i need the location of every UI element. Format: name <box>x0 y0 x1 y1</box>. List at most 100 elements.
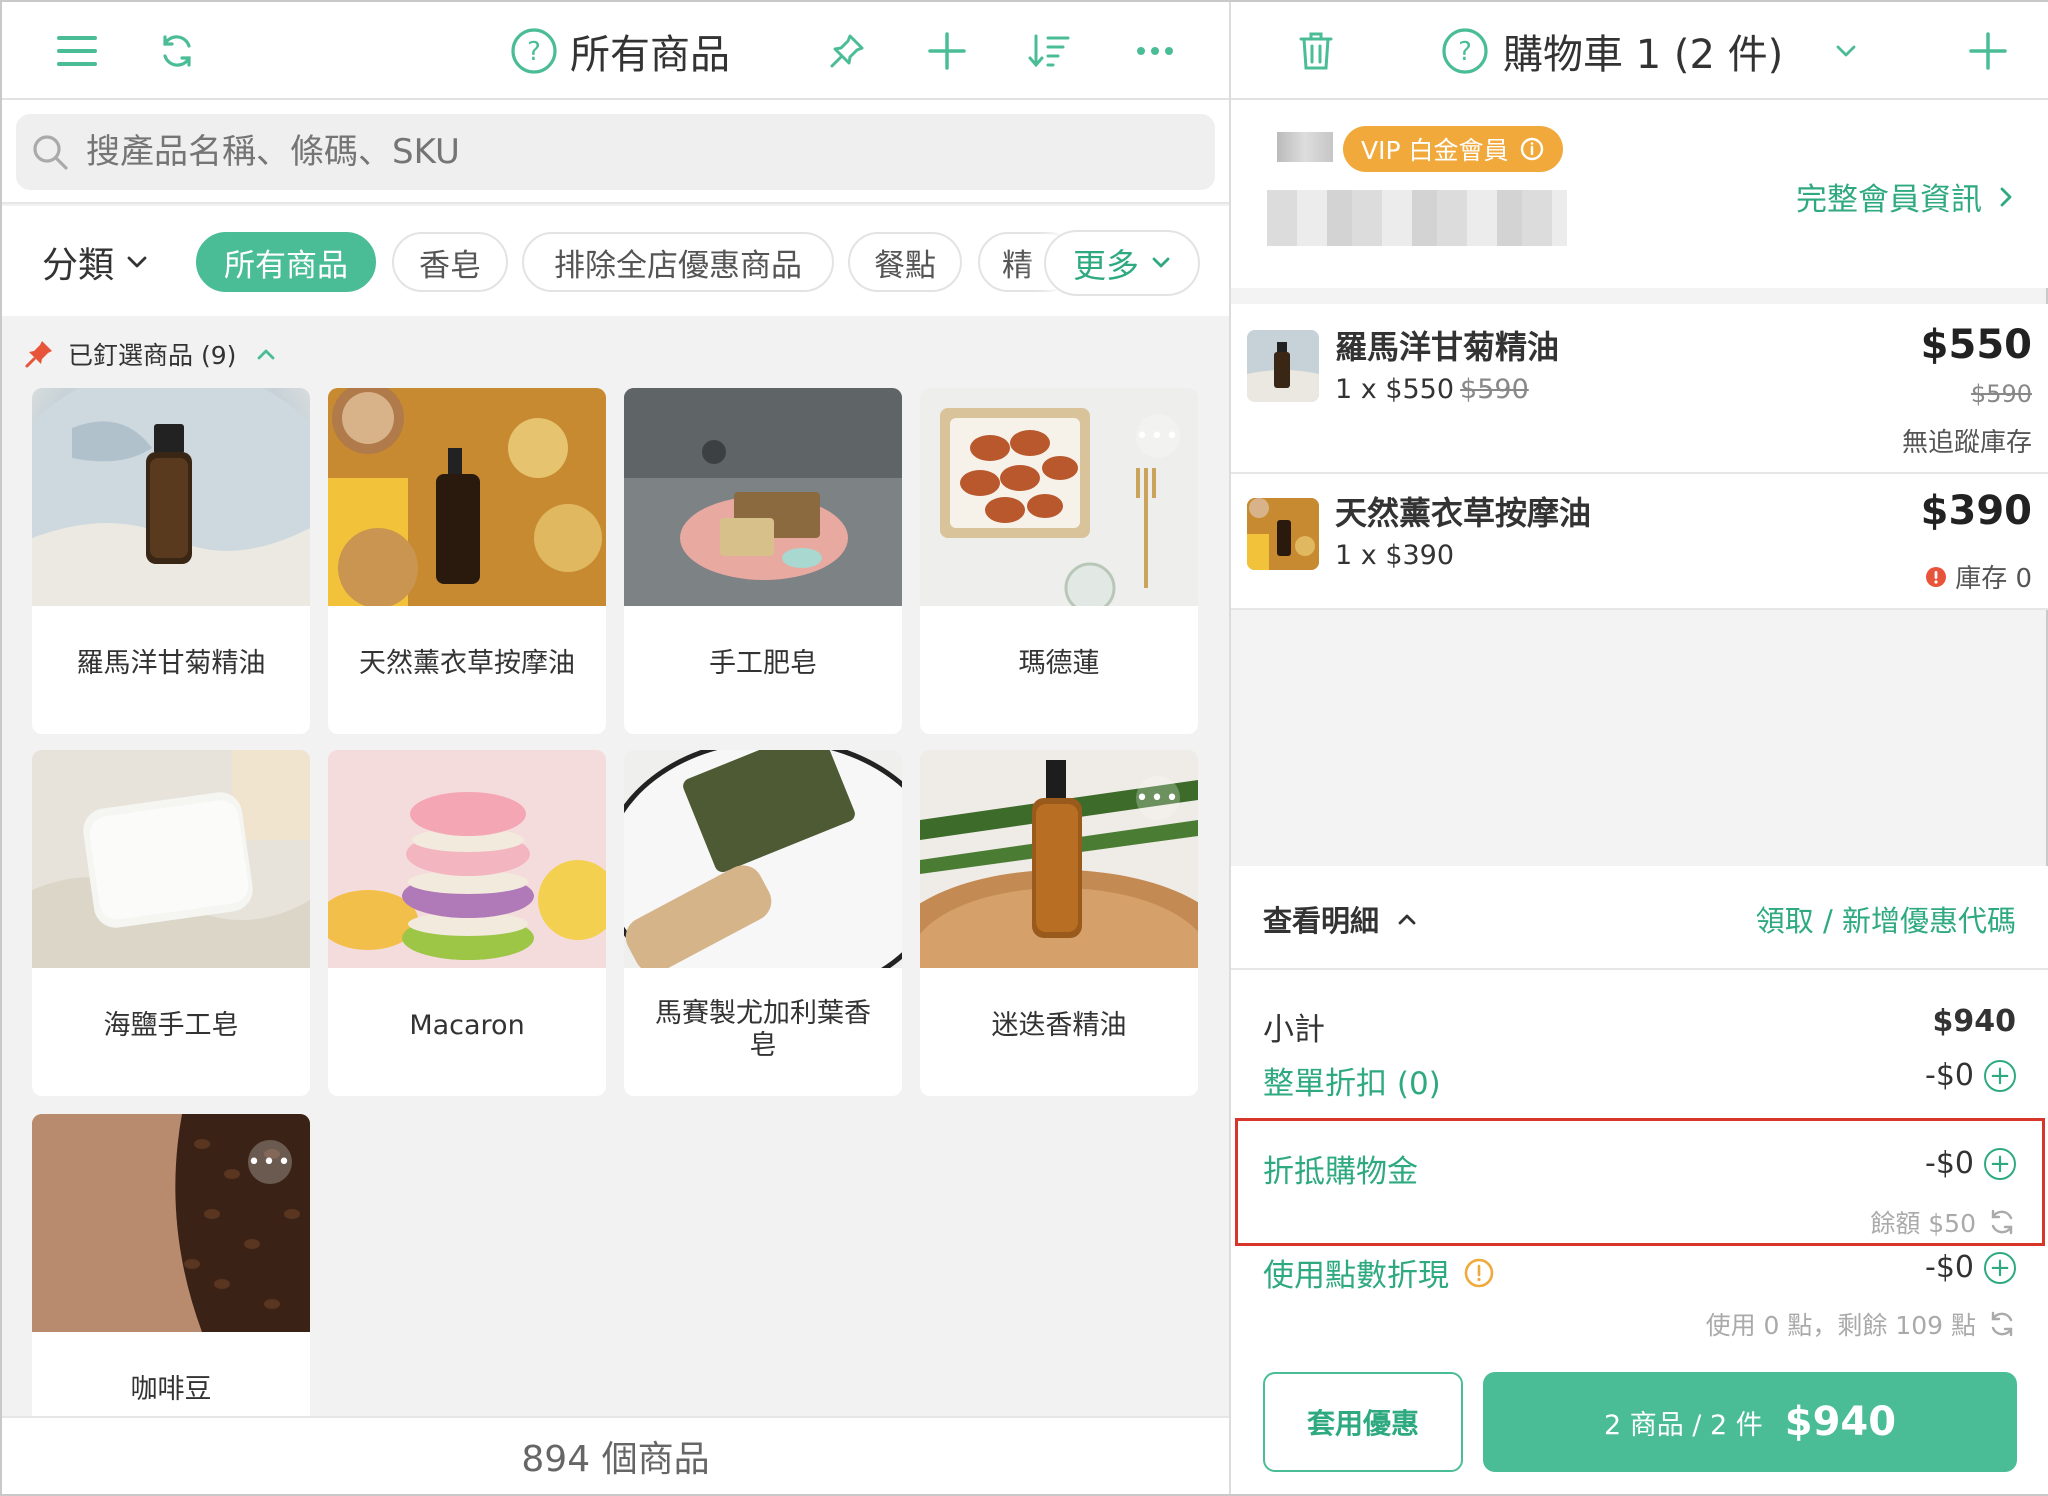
member-phone-redacted <box>1267 190 1567 246</box>
product-card[interactable]: ••• 瑪德蓮 <box>920 388 1198 734</box>
cart-item-qty-price: 1 x $550 $590 <box>1335 374 1529 405</box>
product-panel: ? 所有商品 分類 所有商品 <box>2 2 1229 1494</box>
chip-all-products[interactable]: 所有商品 <box>196 232 376 292</box>
member-link-label: 完整會員資訊 <box>1796 182 1982 218</box>
member-name-redacted <box>1277 132 1333 162</box>
checkout-button[interactable]: 2 商品 / 2 件 $940 <box>1483 1372 2017 1472</box>
product-name: 手工肥皂 <box>709 648 817 679</box>
order-discount-amount: -$0 <box>1925 1058 1974 1093</box>
store-credit-label[interactable]: 折抵購物金 <box>1263 1146 1418 1191</box>
stock-note: 無追蹤庫存 <box>1902 422 2032 459</box>
refresh-icon[interactable] <box>154 28 200 74</box>
checkout-total: $940 <box>1784 1399 1897 1445</box>
view-details-toggle[interactable]: 查看明細 <box>1263 898 1417 940</box>
cart-item-thumb <box>1247 498 1319 570</box>
info-icon <box>1519 136 1545 162</box>
member-info: VIP 白金會員 完整會員資訊 <box>1231 100 2048 288</box>
apply-discount-button[interactable]: 套用優惠 <box>1263 1372 1463 1472</box>
product-image <box>32 388 310 628</box>
stock-note: 庫存 0 <box>1925 558 2032 595</box>
subtotal-value: $940 <box>1932 1004 2017 1039</box>
vip-badge[interactable]: VIP 白金會員 <box>1343 126 1563 172</box>
points-info-text: 使用 0 點，剩餘 109 點 <box>1705 1311 1976 1340</box>
pinned-header[interactable]: 已釘選商品 (9) <box>24 334 276 374</box>
product-name: 馬賽製尤加利葉香皂 <box>655 998 871 1061</box>
cart-item-thumb <box>1247 330 1319 402</box>
trash-icon[interactable] <box>1293 28 1339 74</box>
pinned-label: 已釘選商品 (9) <box>68 341 237 370</box>
chevron-down-icon <box>126 255 148 269</box>
product-card[interactable]: ••• 咖啡豆 <box>32 1114 310 1416</box>
product-image <box>624 750 902 1003</box>
alert-icon[interactable] <box>1463 1257 1495 1289</box>
points-label-text: 使用點數折現 <box>1263 1258 1449 1294</box>
more-dots-icon[interactable]: ••• <box>1136 414 1180 458</box>
full-member-info-link[interactable]: 完整會員資訊 <box>1796 174 2012 219</box>
product-card[interactable]: 羅馬洋甘菊精油 <box>32 388 310 734</box>
chip-exclude-store-discount[interactable]: 排除全店優惠商品 <box>522 232 834 292</box>
product-name: 天然薰衣草按摩油 <box>359 648 575 679</box>
product-name: Macaron <box>409 1010 525 1041</box>
svg-text:?: ? <box>1458 37 1472 67</box>
search-input[interactable] <box>86 114 1186 190</box>
add-store-credit-icon[interactable]: + <box>1984 1147 2016 1180</box>
product-card[interactable]: Macaron <box>328 750 606 1096</box>
cart-title: 購物車 1 (2 件) <box>1503 32 1784 78</box>
help-icon[interactable]: ? <box>1441 27 1489 75</box>
stock-label: 庫存 0 <box>1955 564 2032 594</box>
refresh-icon[interactable] <box>1988 1208 2016 1236</box>
help-icon[interactable]: ? <box>510 27 558 75</box>
search-row <box>2 100 1229 204</box>
product-name: 咖啡豆 <box>130 1374 212 1405</box>
add-product-icon[interactable] <box>924 28 970 74</box>
sort-icon[interactable] <box>1026 28 1072 74</box>
chevron-up-icon <box>1397 913 1417 925</box>
product-name: 瑪德蓮 <box>1018 648 1100 679</box>
vip-label: VIP 白金會員 <box>1361 136 1509 165</box>
product-card[interactable]: ••• 迷迭香精油 <box>920 750 1198 1096</box>
chip-soap[interactable]: 香皂 <box>392 232 508 292</box>
points-amount: -$0 <box>1925 1250 1974 1285</box>
store-credit-balance: 餘額 $50 <box>1870 1204 2016 1240</box>
cart-toolbar: ? 購物車 1 (2 件) <box>1231 2 2048 100</box>
checkout-count: 2 商品 / 2 件 <box>1603 1409 1763 1441</box>
chip-meals[interactable]: 餐點 <box>848 232 962 292</box>
new-cart-icon[interactable] <box>1965 28 2011 74</box>
cart-item[interactable]: 天然薰衣草按摩油 1 x $390 $390 庫存 0 <box>1231 474 2048 610</box>
more-label: 更多 <box>1073 246 1139 285</box>
original-unit-price: $590 <box>1460 374 1529 405</box>
order-discount-value: -$0 + <box>1925 1058 2016 1093</box>
product-card[interactable]: 手工肥皂 <box>624 388 902 734</box>
more-dots-icon[interactable]: ••• <box>1136 776 1180 820</box>
more-dots-icon[interactable]: ••• <box>248 1140 292 1184</box>
stock-label: 無追蹤庫存 <box>1901 428 2032 458</box>
points-value: -$0 + <box>1925 1250 2016 1285</box>
add-discount-icon[interactable]: + <box>1984 1059 2016 1092</box>
add-points-icon[interactable]: + <box>1984 1251 2016 1284</box>
subtotal-label: 小計 <box>1263 1012 1325 1048</box>
cart-item-total: $550 <box>1920 322 2032 368</box>
order-discount-label[interactable]: 整單折扣 (0) <box>1263 1058 1441 1103</box>
product-card[interactable]: 天然薰衣草按摩油 <box>328 388 606 734</box>
qty-price: 1 x $550 <box>1335 374 1455 405</box>
pin-icon[interactable] <box>824 28 870 74</box>
cart-item[interactable]: 羅馬洋甘菊精油 1 x $550 $590 $550 $590 無追蹤庫存 <box>1231 304 2048 474</box>
product-image <box>32 750 310 968</box>
chevron-down-icon[interactable] <box>1823 28 1869 74</box>
coupon-code-link[interactable]: 領取 / 新增優惠代碼 <box>1756 898 2016 940</box>
product-card[interactable]: 海鹽手工皂 <box>32 750 310 1096</box>
more-categories-button[interactable]: 更多 <box>1044 230 1200 296</box>
product-card[interactable]: 馬賽製尤加利葉香皂 <box>624 750 902 1096</box>
credit-balance-text: 餘額 $50 <box>1870 1209 1976 1238</box>
search-box[interactable] <box>16 114 1215 190</box>
category-dropdown[interactable]: 分類 <box>42 232 148 292</box>
menu-icon[interactable] <box>52 28 102 74</box>
product-image <box>328 750 606 968</box>
points-redeem-label[interactable]: 使用點數折現 <box>1263 1250 1495 1295</box>
refresh-icon[interactable] <box>1988 1310 2016 1338</box>
pin-filled-icon <box>24 339 54 369</box>
order-summary: 查看明細 領取 / 新增優惠代碼 小計 $940 整單折扣 (0) -$0 + … <box>1231 866 2048 1494</box>
cart-title-group[interactable]: ? 購物車 1 (2 件) <box>1441 24 1783 78</box>
more-options-icon[interactable] <box>1132 28 1178 74</box>
svg-text:?: ? <box>527 37 541 67</box>
